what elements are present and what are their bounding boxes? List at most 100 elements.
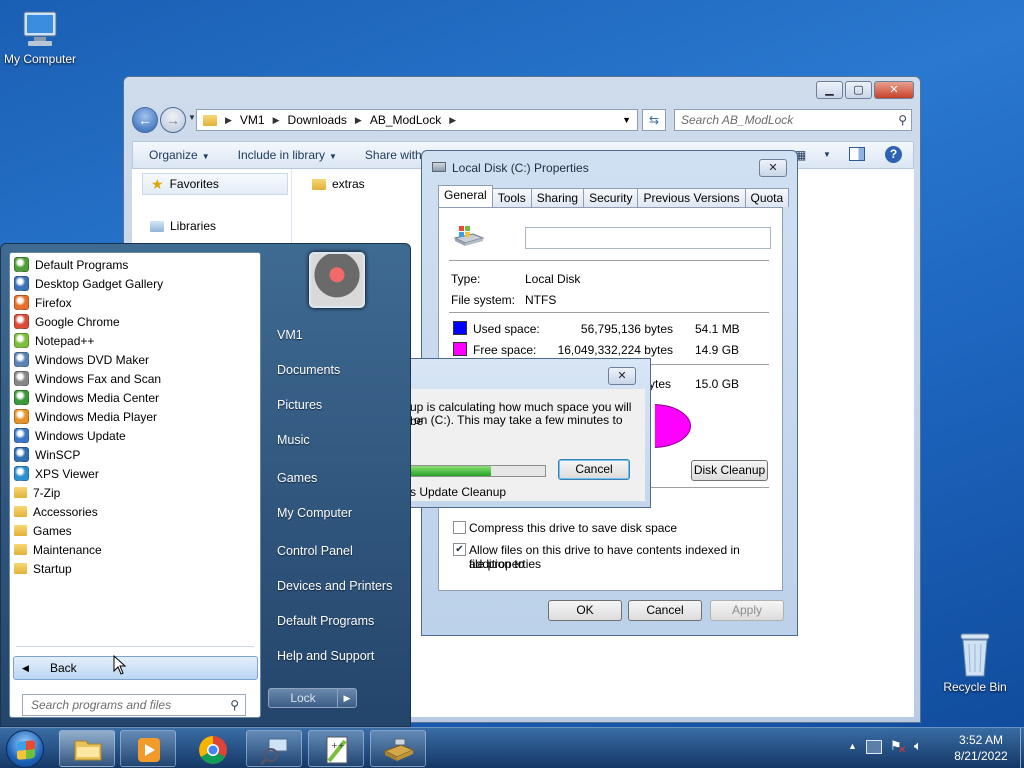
refresh-icon[interactable]: ⇆ — [642, 109, 666, 131]
network-icon[interactable] — [866, 740, 882, 754]
folder-icon — [14, 563, 27, 574]
index-checkbox[interactable]: ✔ — [453, 543, 466, 556]
user-avatar[interactable] — [309, 252, 365, 308]
program-label: Windows Media Player — [35, 409, 158, 424]
recent-pages-dropdown[interactable]: ▼ — [188, 113, 196, 122]
program-item[interactable]: Windows Media Center — [14, 388, 159, 407]
taskbar-chrome[interactable] — [184, 730, 240, 767]
program-item[interactable]: Firefox — [14, 293, 72, 312]
desktop-icon-recycle-bin[interactable]: Recycle Bin — [935, 630, 1015, 694]
cleanup-cancel-button[interactable]: Cancel — [558, 459, 630, 480]
show-hidden-icons-icon[interactable]: ▲ — [848, 741, 857, 751]
nav-favorites[interactable]: ★ Favorites — [142, 173, 288, 195]
xps-viewer-icon — [14, 466, 29, 481]
program-item[interactable]: Desktop Gadget Gallery — [14, 274, 163, 293]
svg-text:++: ++ — [331, 741, 344, 750]
close-button[interactable]: ✕ — [874, 81, 914, 99]
tab-sharing[interactable]: Sharing — [530, 188, 585, 207]
start-link-control-panel[interactable]: Control Panel — [277, 544, 353, 558]
ok-button[interactable]: OK — [548, 600, 622, 621]
breadcrumb-item[interactable]: AB_ModLock — [370, 113, 441, 127]
include-in-library-button[interactable]: Include in library ▼ — [238, 148, 337, 162]
star-icon: ★ — [151, 175, 164, 192]
start-button[interactable] — [6, 730, 44, 768]
breadcrumb-item[interactable]: Downloads — [288, 113, 347, 127]
start-link-documents[interactable]: Documents — [277, 363, 340, 377]
progress-fill — [411, 466, 492, 476]
preview-pane-icon[interactable] — [849, 147, 865, 161]
dialog-close-button[interactable]: ✕ — [759, 159, 787, 177]
start-link-help-support[interactable]: Help and Support — [277, 649, 374, 663]
caption-buttons: ▁ ▢ ✕ — [816, 81, 914, 99]
cleanup-close-button[interactable]: ✕ — [608, 367, 636, 385]
start-link-pictures[interactable]: Pictures — [277, 398, 322, 412]
breadcrumb-item[interactable]: VM1 — [240, 113, 265, 127]
minimize-button[interactable]: ▁ — [816, 81, 843, 99]
drive-label-input[interactable] — [525, 227, 771, 249]
program-label: Games — [33, 523, 72, 538]
disk-pie-chart — [655, 404, 691, 452]
program-item[interactable]: Windows Fax and Scan — [14, 369, 161, 388]
view-dropdown-icon[interactable]: ▼ — [823, 150, 831, 159]
start-search-input[interactable]: Search programs and files ⚲ — [22, 694, 246, 716]
program-item[interactable]: Windows Media Player — [14, 407, 157, 426]
program-item[interactable]: Maintenance — [14, 540, 102, 559]
taskbar-installer[interactable] — [370, 730, 426, 767]
start-link-user[interactable]: VM1 — [277, 328, 303, 342]
desktop-icon-my-computer[interactable]: My Computer — [0, 10, 80, 66]
program-item[interactable]: Startup — [14, 559, 72, 578]
organize-button[interactable]: Organize ▼ — [149, 148, 210, 162]
disk-cleanup-button[interactable]: Disk Cleanup — [691, 460, 768, 481]
tab-previous-versions[interactable]: Previous Versions — [637, 188, 746, 207]
program-item[interactable]: Notepad++ — [14, 331, 94, 350]
taskbar-network-tool[interactable] — [246, 730, 302, 767]
show-desktop-button[interactable] — [1020, 728, 1024, 768]
tab-quota[interactable]: Quota — [744, 188, 790, 207]
tab-tools[interactable]: Tools — [491, 188, 532, 207]
nav-libraries[interactable]: Libraries — [142, 219, 216, 233]
apply-button[interactable]: Apply — [710, 600, 784, 621]
tab-general[interactable]: General — [438, 185, 493, 207]
program-item[interactable]: Accessories — [14, 502, 98, 521]
address-bar[interactable]: ▶ VM1 ▶ Downloads ▶ AB_ModLock ▶ ▼ — [196, 109, 638, 131]
start-link-my-computer[interactable]: My Computer — [277, 506, 352, 520]
back-button[interactable]: ◀ Back — [13, 656, 258, 680]
start-link-music[interactable]: Music — [277, 433, 310, 447]
program-item[interactable]: Games — [14, 521, 72, 540]
start-link-games[interactable]: Games — [277, 471, 317, 485]
lock-button[interactable]: Lock — [268, 688, 338, 708]
program-item[interactable]: Windows DVD Maker — [14, 350, 149, 369]
taskbar-media-player[interactable] — [120, 730, 176, 767]
taskbar-notepad-plus[interactable]: ++ — [308, 730, 364, 767]
program-label: Accessories — [33, 504, 98, 519]
explorer-search-input[interactable]: Search AB_ModLock ⚲ — [674, 109, 912, 131]
taskbar-explorer[interactable] — [59, 730, 115, 767]
folder-icon — [14, 487, 27, 498]
forward-arrow-icon[interactable]: → — [160, 107, 186, 133]
compress-checkbox[interactable] — [453, 521, 466, 534]
start-link-default-programs[interactable]: Default Programs — [277, 614, 374, 628]
clock-time: 3:52 AM — [958, 733, 1004, 747]
program-item[interactable]: Default Programs — [14, 255, 128, 274]
volume-icon[interactable]: 🔈︎ — [914, 738, 922, 754]
program-item[interactable]: WinSCP — [14, 445, 80, 464]
back-arrow-icon[interactable]: ← — [132, 107, 158, 133]
program-item[interactable]: Windows Update — [14, 426, 126, 445]
clock-date: 8/21/2022 — [954, 749, 1008, 763]
shutdown-options-arrow-icon[interactable]: ▶ — [337, 688, 357, 708]
cancel-button[interactable]: Cancel — [628, 600, 702, 621]
start-link-devices-printers[interactable]: Devices and Printers — [277, 579, 392, 593]
program-item[interactable]: 7-Zip — [14, 483, 60, 502]
file-item[interactable]: extras — [312, 177, 365, 191]
share-with-button[interactable]: Share with — [365, 148, 422, 162]
capacity-size: 15.0 GB — [695, 377, 740, 391]
clock[interactable]: 3:52 AM 8/21/2022 — [944, 733, 1018, 763]
maximize-button[interactable]: ▢ — [845, 81, 872, 99]
search-icon: ⚲ — [230, 698, 239, 712]
tab-security[interactable]: Security — [583, 188, 639, 207]
address-dropdown-icon[interactable]: ▼ — [622, 115, 631, 125]
media-player-icon — [14, 409, 29, 424]
program-item[interactable]: XPS Viewer — [14, 464, 99, 483]
help-icon[interactable]: ? — [885, 146, 902, 163]
program-item[interactable]: Google Chrome — [14, 312, 120, 331]
